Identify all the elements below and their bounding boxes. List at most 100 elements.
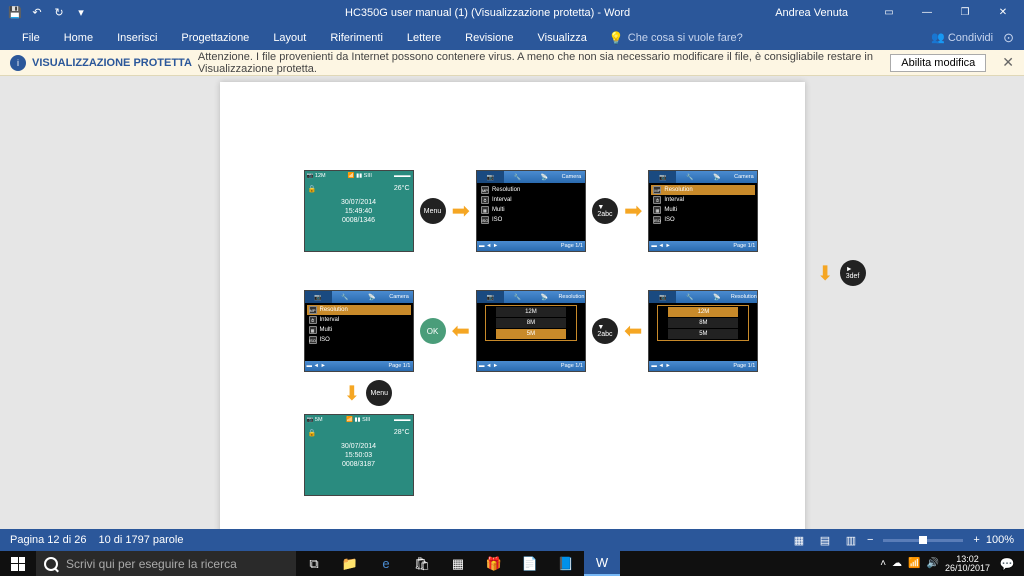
flow-down-arrow-row-2: ⬇ Menu: [344, 380, 866, 406]
tab-references[interactable]: Riferimenti: [318, 25, 395, 50]
battery-indicator: ▬▬▬: [394, 173, 411, 179]
undo-icon[interactable]: ↶: [30, 6, 44, 20]
windows-taskbar: Scrivi qui per eseguire la ricerca ⧉ 📁 e…: [0, 551, 1024, 576]
search-placeholder: Scrivi qui per eseguire la ricerca: [66, 557, 237, 571]
menu-footer-right: Page 1/1: [561, 243, 583, 249]
res-option-8m: 8M: [668, 318, 738, 328]
menu-footer-left: ▬ ◄ ►: [479, 363, 498, 369]
counter-display: 0008/3187: [342, 461, 375, 468]
protected-view-close-icon[interactable]: ✕: [1002, 54, 1014, 71]
page-indicator[interactable]: Pagina 12 di 26: [10, 534, 86, 546]
menu-footer-left: ▬ ◄ ►: [651, 243, 670, 249]
app-icon[interactable]: ▦: [440, 551, 476, 576]
save-icon[interactable]: 💾: [8, 6, 22, 20]
word-count[interactable]: 10 di 1797 parole: [98, 534, 183, 546]
edge-icon[interactable]: e: [368, 551, 404, 576]
redo-icon[interactable]: ↻: [52, 6, 66, 20]
zoom-out-button[interactable]: −: [867, 534, 873, 546]
tab-layout[interactable]: Layout: [261, 25, 318, 50]
resolution-title: Resolution: [730, 291, 757, 303]
ribbon-display-icon[interactable]: ▭: [872, 0, 906, 25]
arrow-down-icon: ⬇: [344, 381, 361, 406]
tell-me-label: Che cosa si vuole fare?: [628, 32, 743, 44]
camera-flow-diagram: 📷 12M 📶 ▮▮ SIII ▬▬▬ 26°C 🔒 30/07/2014 15…: [304, 170, 866, 504]
menu-item-resolution-selected: Resolution: [320, 307, 348, 313]
flow-down-arrow-row: ⬇ ► 3def: [304, 260, 866, 286]
menu-footer-right: Page 1/1: [561, 363, 583, 369]
tab-home[interactable]: Home: [52, 25, 105, 50]
close-button[interactable]: ✕: [986, 0, 1020, 25]
qat-dropdown-icon[interactable]: ▾: [74, 6, 88, 20]
menu-item-resolution: Resolution: [492, 187, 520, 193]
clock[interactable]: 13:02 26/10/2017: [945, 555, 990, 573]
system-tray: ˄ ☁ 📶 🔊 13:02 26/10/2017 💬: [880, 551, 1024, 576]
counter-display: 0008/1346: [342, 217, 375, 224]
notifications-icon[interactable]: 💬: [996, 551, 1018, 576]
app-icon-3[interactable]: 📄: [512, 551, 548, 576]
menu-item-resolution-selected: Resolution: [664, 187, 692, 193]
menu-item-interval: Interval: [320, 317, 340, 323]
menu-item-iso: ISO: [664, 217, 674, 223]
arrow-down-icon: ⬇: [817, 261, 834, 286]
flow-row-2: 📷 🔧 📡 Camera MPResolution ⏱Interval ▦Mul…: [304, 290, 866, 372]
time-display: 15:50:03: [345, 452, 372, 459]
start-button[interactable]: [0, 551, 36, 576]
app-icon-2[interactable]: 🎁: [476, 551, 512, 576]
minimize-button[interactable]: —: [910, 0, 944, 25]
resolution-indicator: 5M: [315, 417, 323, 423]
ribbon-tabs: File Home Inserisci Progettazione Layout…: [0, 25, 1024, 50]
tab-camera-label: Camera: [386, 291, 413, 303]
tell-me-search[interactable]: 💡 Che cosa si vuole fare?: [609, 31, 743, 45]
tray-date: 26/10/2017: [945, 564, 990, 573]
word-taskbar-icon[interactable]: W: [584, 551, 620, 576]
camera-screen-live-1: 📷 12M 📶 ▮▮ SIII ▬▬▬ 26°C 🔒 30/07/2014 15…: [304, 170, 414, 252]
tab-mailings[interactable]: Lettere: [395, 25, 453, 50]
ribbon-right: 👥 Condividi ⊙: [931, 30, 1024, 46]
tab-design[interactable]: Progettazione: [169, 25, 261, 50]
signal-indicator: 📶 ▮▮ SIII: [348, 173, 372, 179]
tab-view[interactable]: Visualizza: [525, 25, 598, 50]
document-page: 📷 12M 📶 ▮▮ SIII ▬▬▬ 26°C 🔒 30/07/2014 15…: [220, 82, 805, 529]
tab-review[interactable]: Revisione: [453, 25, 525, 50]
zoom-in-button[interactable]: +: [973, 534, 979, 546]
menu-item-interval: Interval: [664, 197, 684, 203]
zoom-slider[interactable]: [883, 539, 963, 542]
res-option-12m-selected: 12M: [668, 307, 738, 317]
web-layout-icon[interactable]: ▥: [841, 530, 861, 550]
volume-icon[interactable]: 🔊: [927, 558, 939, 569]
onedrive-icon[interactable]: ☁: [892, 558, 902, 569]
app-icon-4[interactable]: 📘: [548, 551, 584, 576]
restore-button[interactable]: ❐: [948, 0, 982, 25]
enable-editing-button[interactable]: Abilita modifica: [890, 54, 986, 72]
status-bar: Pagina 12 di 26 10 di 1797 parole ▦ ▤ ▥ …: [0, 529, 1024, 551]
tab-camera-label: Camera: [730, 171, 757, 183]
read-mode-icon[interactable]: ▦: [789, 530, 809, 550]
tab-insert[interactable]: Inserisci: [105, 25, 169, 50]
tray-chevron-icon[interactable]: ˄: [880, 558, 886, 569]
share-label: Condividi: [948, 32, 993, 44]
protected-view-bar: i VISUALIZZAZIONE PROTETTA Attenzione. I…: [0, 50, 1024, 76]
task-view-icon[interactable]: ⧉: [296, 551, 332, 576]
menu-footer-left: ▬ ◄ ►: [307, 363, 326, 369]
ribbon-collapse-icon[interactable]: ⊙: [1003, 30, 1014, 46]
right-button-icon: ► 3def: [840, 260, 866, 286]
res-option-12m: 12M: [496, 307, 566, 317]
taskbar-search[interactable]: Scrivi qui per eseguire la ricerca: [36, 551, 296, 576]
camera-screen-menu-1: 📷 🔧 📡 Camera MPResolution ⏱Interval ▦Mul…: [476, 170, 586, 252]
res-option-8m: 8M: [496, 318, 566, 328]
camera-screen-resolution-2: 📷 🔧 📡 Resolution 12M 8M 5M ▬ ◄ ►Page 1/1: [476, 290, 586, 372]
date-display: 30/07/2014: [341, 199, 376, 206]
user-name[interactable]: Andrea Venuta: [775, 7, 848, 19]
time-display: 15:49:40: [345, 208, 372, 215]
tab-file[interactable]: File: [10, 25, 52, 50]
document-title: HC350G user manual (1) (Visualizzazione …: [200, 7, 775, 19]
camera-screen-live-2: 📷 5M 📶 ▮▮ SIII ▬▬▬ 28°C 🔒 30/07/2014 15:…: [304, 414, 414, 496]
store-icon[interactable]: 🛍: [404, 551, 440, 576]
share-button[interactable]: 👥 Condividi: [931, 31, 993, 44]
document-area[interactable]: 📷 12M 📶 ▮▮ SIII ▬▬▬ 26°C 🔒 30/07/2014 15…: [0, 76, 1024, 529]
file-explorer-icon[interactable]: 📁: [332, 551, 368, 576]
print-layout-icon[interactable]: ▤: [815, 530, 835, 550]
zoom-level[interactable]: 100%: [986, 534, 1014, 546]
wifi-icon[interactable]: 📶: [908, 558, 920, 569]
lightbulb-icon: 💡: [609, 31, 624, 45]
